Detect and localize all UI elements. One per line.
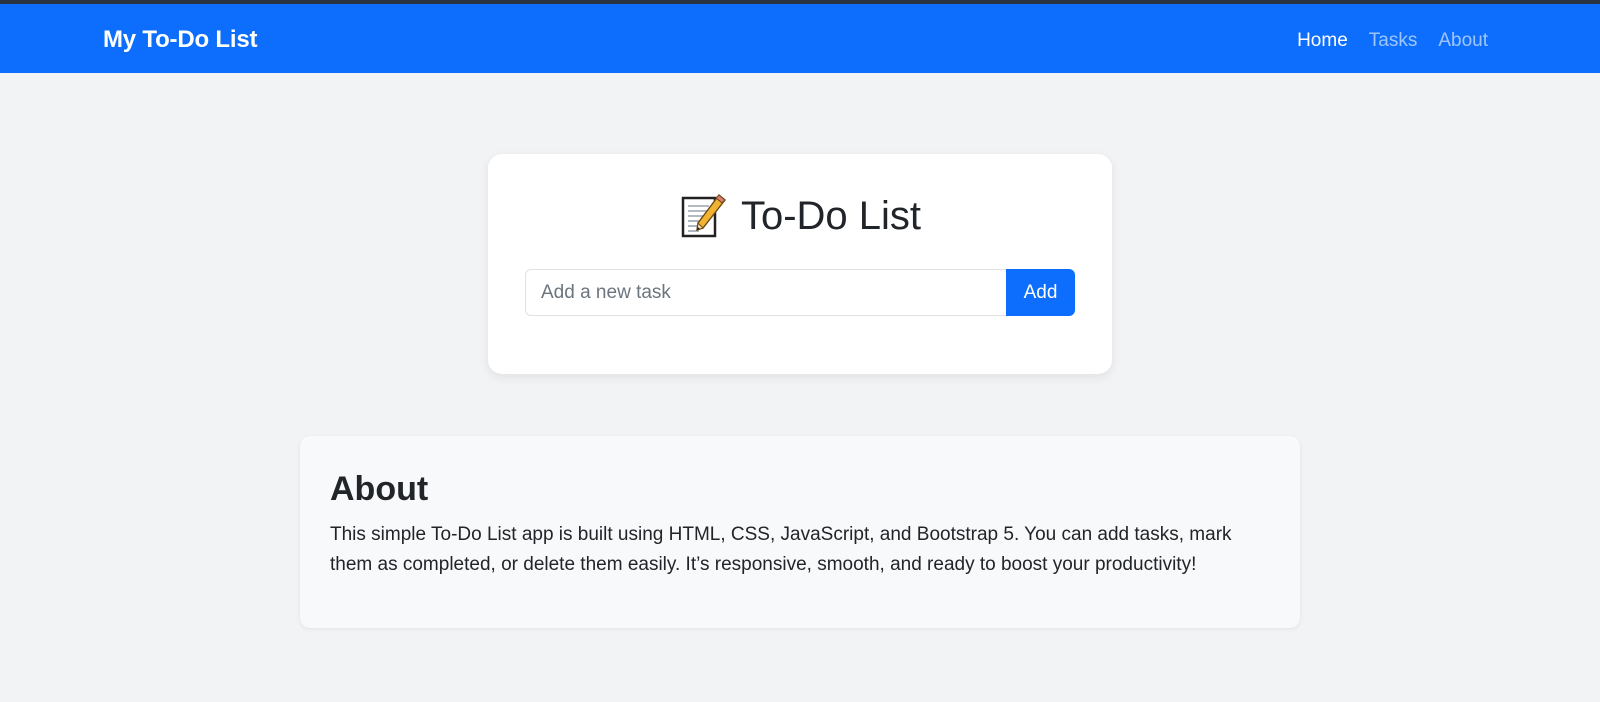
add-task-button[interactable]: Add xyxy=(1006,269,1075,316)
todo-title: To-Do List xyxy=(740,193,922,238)
nav-links: Home Tasks About xyxy=(1297,30,1488,52)
about-heading: About xyxy=(330,470,429,508)
new-task-input[interactable] xyxy=(525,269,1006,316)
todo-card: To-Do List Add xyxy=(488,154,1112,374)
add-task-group: Add xyxy=(525,269,1075,316)
memo-icon xyxy=(679,192,727,240)
navbar: My To-Do List Home Tasks About xyxy=(0,4,1600,73)
about-card: About This simple To-Do List app is buil… xyxy=(300,436,1300,628)
about-text: This simple To-Do List app is built usin… xyxy=(330,524,1232,575)
nav-link-about[interactable]: About xyxy=(1438,30,1488,52)
nav-link-tasks[interactable]: Tasks xyxy=(1369,30,1418,52)
navbar-brand[interactable]: My To-Do List xyxy=(103,26,257,54)
todo-heading: To-Do List xyxy=(488,192,1112,240)
nav-link-home[interactable]: Home xyxy=(1297,30,1348,52)
